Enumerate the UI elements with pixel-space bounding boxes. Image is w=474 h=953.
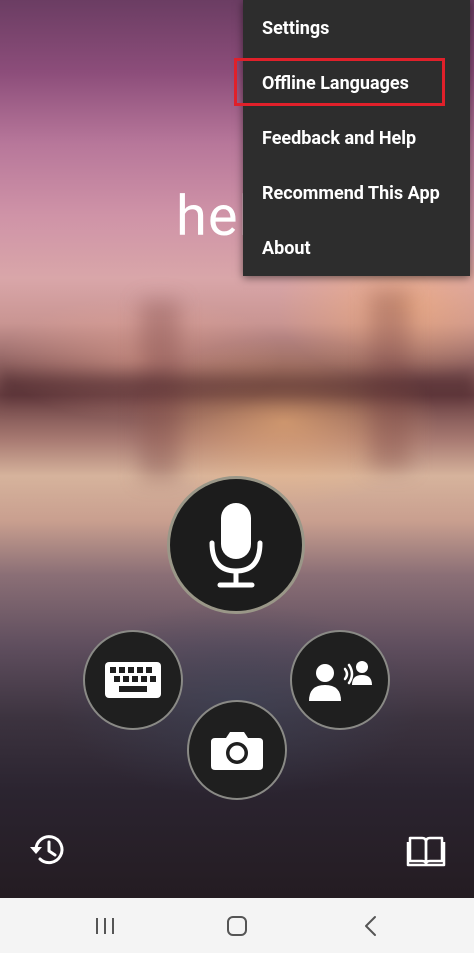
microphone-icon bbox=[209, 503, 263, 588]
home-button[interactable] bbox=[207, 898, 267, 953]
keyboard-icon bbox=[105, 662, 161, 698]
conversation-button[interactable] bbox=[290, 630, 390, 730]
back-icon bbox=[365, 915, 376, 936]
recent-apps-icon bbox=[96, 917, 114, 934]
translator-main-screen: hel Settings Offline Languages Feedback … bbox=[0, 0, 474, 898]
system-navigation-bar bbox=[0, 898, 474, 953]
camera-icon bbox=[211, 732, 263, 770]
menu-item-offline-languages[interactable]: Offline Languages bbox=[234, 56, 470, 111]
overflow-menu: Settings Offline Languages Feedback and … bbox=[234, 0, 470, 276]
background-blur-band bbox=[0, 365, 474, 410]
back-button[interactable] bbox=[341, 898, 401, 953]
home-icon bbox=[227, 915, 247, 936]
phrasebook-icon bbox=[406, 836, 446, 867]
keyboard-button[interactable] bbox=[83, 630, 183, 730]
input-text-display: hel bbox=[176, 183, 254, 249]
menu-item-label: Feedback and Help bbox=[262, 128, 417, 149]
menu-item-label: About bbox=[262, 238, 311, 259]
history-button[interactable] bbox=[28, 830, 68, 870]
menu-item-recommend-this-app[interactable]: Recommend This App bbox=[243, 166, 470, 221]
menu-item-settings[interactable]: Settings bbox=[243, 0, 470, 56]
camera-button[interactable] bbox=[187, 700, 287, 800]
phrasebook-button[interactable] bbox=[406, 830, 446, 870]
menu-item-about[interactable]: About bbox=[243, 221, 470, 276]
recent-apps-button[interactable] bbox=[75, 898, 135, 953]
history-icon bbox=[30, 835, 64, 865]
microphone-button[interactable] bbox=[167, 476, 305, 614]
menu-item-label: Offline Languages bbox=[262, 73, 409, 94]
conversation-icon bbox=[309, 661, 372, 701]
menu-item-label: Settings bbox=[262, 17, 330, 39]
menu-item-label: Recommend This App bbox=[262, 183, 440, 204]
menu-item-feedback-and-help[interactable]: Feedback and Help bbox=[243, 111, 470, 166]
